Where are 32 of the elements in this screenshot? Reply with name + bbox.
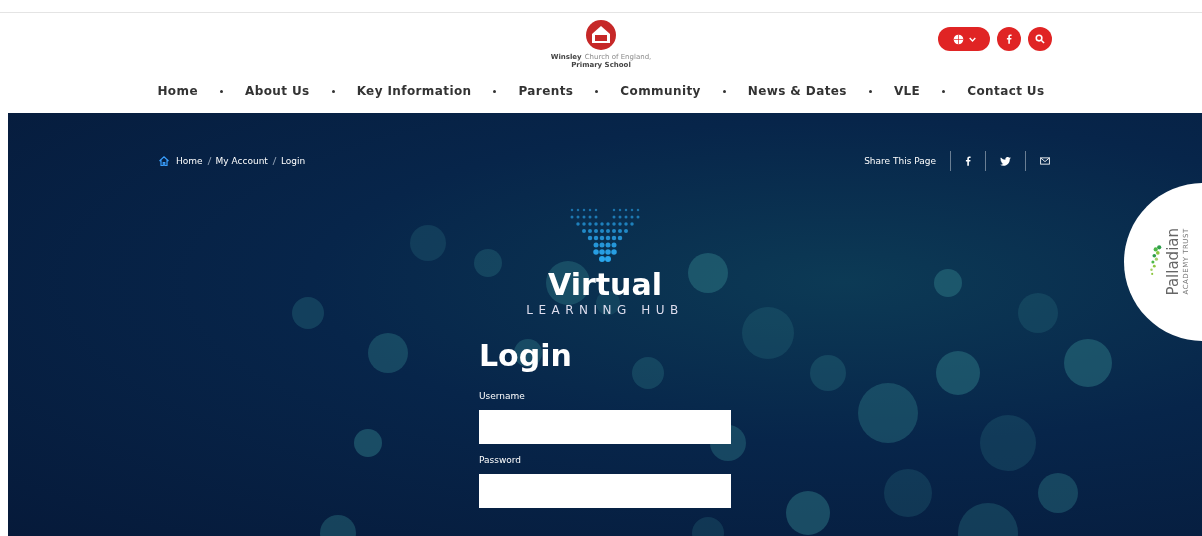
login-heading: Login [479,339,573,373]
nav-link[interactable]: Contact Us [967,84,1045,98]
field-label: Username [479,391,526,401]
facebook-icon[interactable] [965,156,971,166]
caret-icon [968,36,976,42]
input-field[interactable] [479,474,731,508]
language-button[interactable] [938,27,990,51]
nav-link[interactable]: Community [620,84,701,98]
breadcrumb-link[interactable]: Login [280,156,306,166]
trust-name: Palladian [1164,228,1182,296]
mail-icon[interactable] [1040,157,1050,165]
nav-link[interactable]: Parents [518,84,574,98]
hub-logo-subtitle: LEARNING HUB [526,303,684,317]
nav-link[interactable]: VLE [893,84,921,98]
nav-link[interactable]: News & Dates [747,84,847,98]
school-house-logo-icon [585,19,617,51]
facebook-button[interactable] [997,27,1021,51]
twitter-bird-icon[interactable] [1000,156,1011,166]
share-label: Share This Page [864,156,936,166]
nav-link[interactable]: About Us [244,84,310,98]
field-label: Password [479,455,523,465]
breadcrumb-link[interactable]: Home [176,156,203,166]
search-icon [1035,34,1045,44]
breadcrumb-link[interactable]: My Account [215,156,268,166]
input-field[interactable] [479,410,731,444]
nav-link[interactable]: Key Information [356,84,472,98]
home-icon [158,155,170,167]
hub-logo-title: Virtual [548,269,662,301]
facebook-icon [1006,34,1012,44]
nav-link[interactable]: Home [157,84,198,98]
search-button[interactable] [1028,27,1052,51]
globe-icon [952,33,964,45]
